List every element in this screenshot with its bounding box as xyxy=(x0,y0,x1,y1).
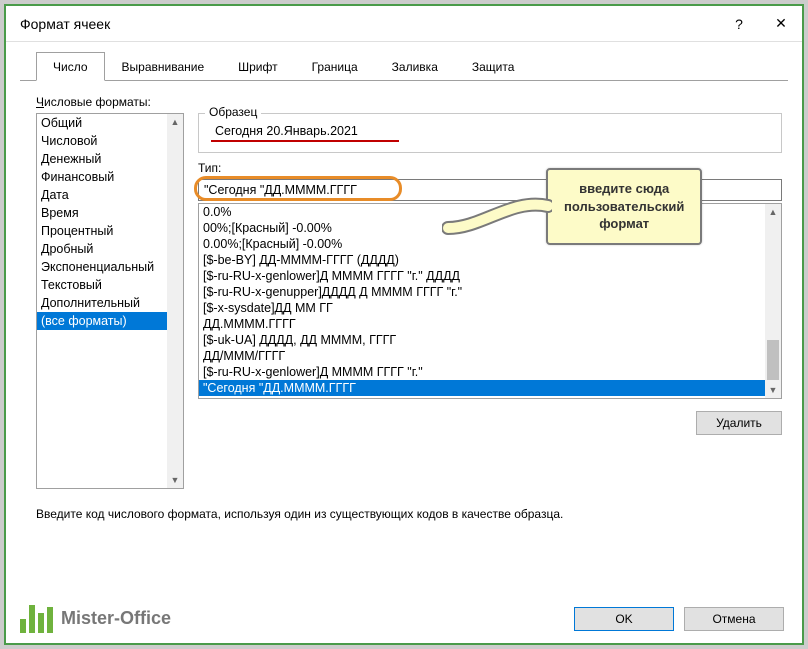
format-item[interactable]: [$-be-BY] ДД-ММММ-ГГГГ (ДДДД) xyxy=(199,252,765,268)
format-cells-dialog: Формат ячеек ? ✕ ЧислоВыравниваниеШрифтГ… xyxy=(6,6,802,643)
category-item[interactable]: Дробный xyxy=(37,240,167,258)
delete-button[interactable]: Удалить xyxy=(696,411,782,435)
watermark-logo: Mister-Office xyxy=(20,603,171,633)
category-item[interactable]: Текстовый xyxy=(37,276,167,294)
tab-5[interactable]: Защита xyxy=(455,52,532,81)
titlebar: Формат ячеек ? ✕ xyxy=(6,6,802,42)
sample-fieldset: Образец Сегодня 20.Январь.2021 xyxy=(198,113,782,153)
scroll-down-icon[interactable]: ▼ xyxy=(765,382,781,398)
help-icon: ? xyxy=(735,16,743,32)
format-item[interactable]: [$-uk-UA] ДДДД, ДД ММММ, ГГГГ xyxy=(199,332,765,348)
close-button[interactable]: ✕ xyxy=(760,8,802,40)
formats-scrollbar[interactable]: ▲ ▼ xyxy=(765,204,781,398)
category-listbox[interactable]: ОбщийЧисловойДенежныйФинансовыйДатаВремя… xyxy=(36,113,184,489)
category-item[interactable]: Процентный xyxy=(37,222,167,240)
category-item[interactable]: Экспоненциальный xyxy=(37,258,167,276)
format-item[interactable]: [$-ru-RU-x-genlower]Д ММММ ГГГГ "г." ДДД… xyxy=(199,268,765,284)
category-item[interactable]: Денежный xyxy=(37,150,167,168)
category-scrollbar[interactable]: ▲ ▼ xyxy=(167,114,183,488)
tabs-bar: ЧислоВыравниваниеШрифтГраницаЗаливкаЗащи… xyxy=(6,42,802,81)
format-item[interactable]: ДД/МММ/ГГГГ xyxy=(199,348,765,364)
categories-label: Числовые форматы: xyxy=(36,95,782,109)
hint-text: Введите код числового формата, используя… xyxy=(6,489,802,521)
help-button[interactable]: ? xyxy=(718,8,760,40)
scroll-up-icon[interactable]: ▲ xyxy=(167,114,183,130)
format-item[interactable]: [$-ru-RU-x-genlower]Д ММММ ГГГГ "г." xyxy=(199,364,765,380)
category-item[interactable]: Финансовый xyxy=(37,168,167,186)
format-item[interactable]: [$-x-sysdate]ДД ММ ГГ xyxy=(199,300,765,316)
category-item[interactable]: Числовой xyxy=(37,132,167,150)
callout-tail xyxy=(442,194,552,236)
category-item[interactable]: Дата xyxy=(37,186,167,204)
sample-value: Сегодня 20.Январь.2021 xyxy=(211,124,769,138)
category-item[interactable]: (все форматы) xyxy=(37,312,167,330)
logo-bars-icon xyxy=(20,603,53,633)
sample-underline-annotation xyxy=(211,140,399,142)
scroll-up-icon[interactable]: ▲ xyxy=(765,204,781,220)
sample-legend: Образец xyxy=(205,105,261,119)
category-item[interactable]: Общий xyxy=(37,114,167,132)
cancel-button[interactable]: Отмена xyxy=(684,607,784,631)
scroll-thumb[interactable] xyxy=(767,340,779,380)
dialog-title: Формат ячеек xyxy=(20,16,110,32)
category-item[interactable]: Время xyxy=(37,204,167,222)
scroll-down-icon[interactable]: ▼ xyxy=(167,472,183,488)
callout-annotation: введите сюда пользовательский формат xyxy=(546,168,702,245)
tab-2[interactable]: Шрифт xyxy=(221,52,294,81)
tab-0[interactable]: Число xyxy=(36,52,105,81)
format-item[interactable]: "Сегодня "ДД.ММММ.ГГГГ xyxy=(199,380,765,396)
close-icon: ✕ xyxy=(775,15,787,32)
category-item[interactable]: Дополнительный xyxy=(37,294,167,312)
logo-text: Mister-Office xyxy=(61,608,171,629)
tab-1[interactable]: Выравнивание xyxy=(105,52,222,81)
dialog-footer: OK Отмена xyxy=(574,607,784,631)
tab-3[interactable]: Граница xyxy=(295,52,375,81)
format-item[interactable]: [$-ru-RU-x-genupper]ДДДД Д ММММ ГГГГ "г.… xyxy=(199,284,765,300)
tab-4[interactable]: Заливка xyxy=(375,52,455,81)
format-item[interactable]: ДД.ММММ.ГГГГ xyxy=(199,316,765,332)
ok-button[interactable]: OK xyxy=(574,607,674,631)
